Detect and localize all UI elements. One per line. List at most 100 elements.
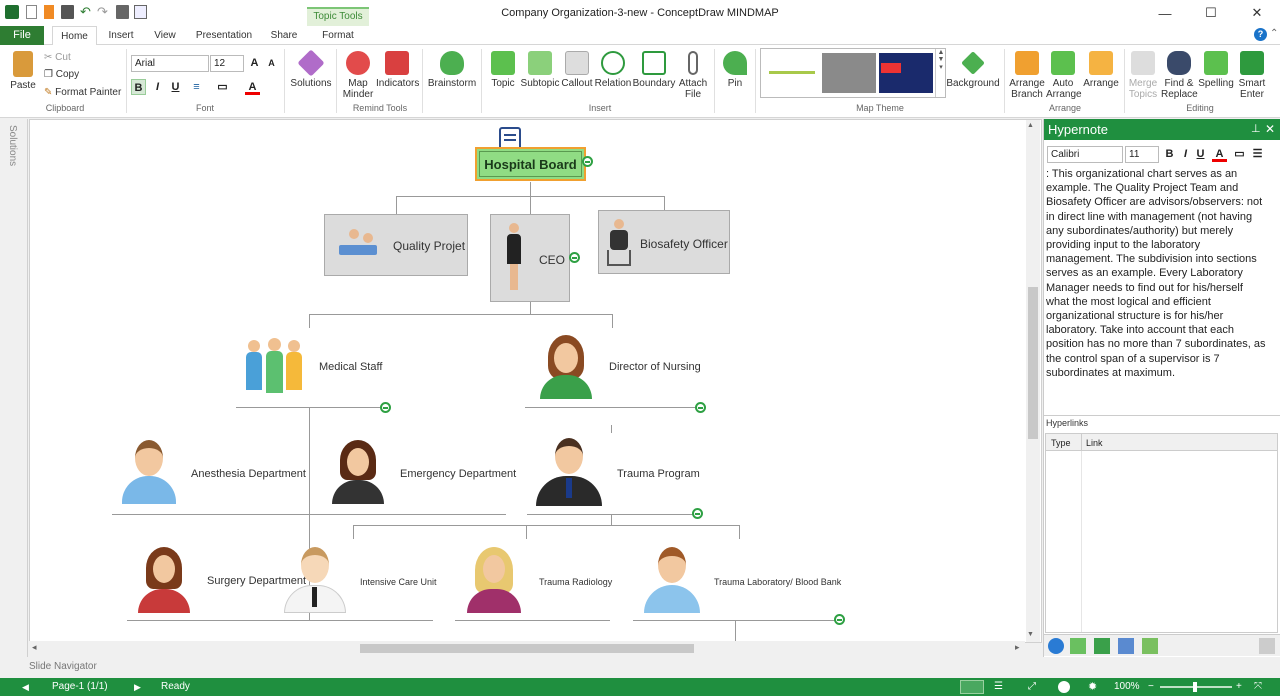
topic-emergency-department[interactable]: Emergency Department [400, 468, 516, 480]
font-size-select[interactable]: 12 [210, 55, 244, 72]
tab-share[interactable]: Share [262, 26, 306, 45]
theme-thumbnail-3[interactable] [879, 53, 933, 93]
theme-thumbnail-1[interactable] [765, 53, 819, 93]
font-color-button[interactable]: A [245, 79, 260, 95]
bold-button[interactable]: B [131, 79, 146, 95]
text-box-icon[interactable]: ▭ [215, 79, 230, 95]
topic-trauma-laboratory[interactable]: Trauma Laboratory/ Blood Bank [714, 577, 841, 587]
scroll-right-icon[interactable]: ▸ [1015, 642, 1020, 653]
cut-button[interactable]: ✂ Cut [44, 51, 71, 65]
close-panel-icon[interactable]: ✕ [1265, 119, 1275, 140]
italic-button[interactable]: I [150, 79, 165, 95]
font-family-select[interactable]: Arial [131, 55, 209, 72]
tab-format[interactable]: Format [310, 26, 366, 45]
indicators-button[interactable]: Indicators [376, 51, 419, 89]
fit-window-icon[interactable]: ⤧ [1254, 678, 1262, 696]
topic-quality-projet[interactable]: Quality Projet [324, 214, 468, 276]
previous-page-icon[interactable]: ◀ [22, 678, 29, 696]
man-avatar-icon[interactable] [644, 547, 700, 613]
woman-avatar-icon[interactable] [465, 547, 523, 613]
format-painter-button[interactable]: ✎ Format Painter [44, 86, 121, 100]
remove-link-icon[interactable] [1259, 638, 1275, 654]
copy-button[interactable]: ❐ Copy [44, 68, 79, 82]
horizontal-scrollbar[interactable]: ◂ ▸ [29, 641, 1025, 655]
topic-ceo[interactable]: CEO [490, 214, 570, 302]
find-replace-button[interactable]: Find & Replace [1161, 51, 1198, 100]
scroll-up-icon[interactable]: ▲ [1027, 122, 1034, 129]
zoom-out-icon[interactable]: − [1148, 678, 1154, 696]
businessman-avatar-icon[interactable] [536, 438, 602, 506]
underline-button[interactable]: U [168, 79, 183, 95]
topic-trauma-program[interactable]: Trauma Program [617, 468, 700, 480]
zoom-slider-thumb[interactable] [1193, 682, 1197, 692]
collapse-ribbon-icon[interactable]: ⌃ [1270, 28, 1278, 39]
collapse-icon[interactable] [380, 402, 391, 413]
zoom-in-icon[interactable]: + [1236, 678, 1242, 696]
print-preview-icon[interactable] [134, 5, 147, 19]
subtopic-button[interactable]: Subtopic [520, 51, 560, 89]
redo-icon[interactable]: ↷ [97, 5, 111, 19]
horizontal-scroll-thumb[interactable] [360, 644, 694, 653]
view-mode-icon[interactable] [960, 680, 984, 694]
tab-file[interactable]: File [0, 26, 44, 45]
pin-panel-icon[interactable]: ⊥ [1251, 119, 1261, 140]
relation-button[interactable]: Relation [594, 51, 632, 89]
pin-button[interactable]: Pin [720, 51, 750, 89]
hypernote-textbox-icon[interactable]: ▭ [1232, 146, 1247, 162]
outline-view-icon[interactable]: ☰ [994, 678, 1003, 696]
scroll-down-icon[interactable]: ▼ [1027, 631, 1034, 638]
topic-biosafety-officer[interactable]: Biosafety Officer [598, 210, 730, 274]
spelling-button[interactable]: Spelling [1197, 51, 1235, 89]
hypernote-list-icon[interactable]: ☰ [1250, 146, 1265, 162]
collapse-icon[interactable] [695, 402, 706, 413]
hypernote-bold-button[interactable]: B [1162, 146, 1177, 162]
hypernote-italic-button[interactable]: I [1178, 146, 1193, 162]
add-file-link-icon[interactable] [1070, 638, 1086, 654]
man-avatar-icon[interactable] [284, 547, 346, 613]
add-web-link-icon[interactable] [1048, 638, 1064, 654]
woman-avatar-icon[interactable] [136, 547, 192, 613]
theme-thumbnail-2[interactable] [822, 53, 876, 93]
hypernote-color-button[interactable]: A [1212, 146, 1227, 162]
arrange-button[interactable]: Arrange [1081, 51, 1121, 89]
collapse-icon[interactable] [569, 252, 580, 263]
new-document-icon[interactable] [26, 5, 37, 19]
topic-hospital-board[interactable]: Hospital Board [475, 147, 586, 181]
undo-icon[interactable]: ↶ [80, 5, 94, 19]
maximize-button[interactable]: ☐ [1188, 0, 1234, 26]
settings-icon[interactable]: ✹ [1088, 678, 1097, 696]
topic-director-of-nursing[interactable]: Director of Nursing [609, 361, 701, 373]
woman-avatar-icon[interactable] [330, 440, 386, 506]
topic-medical-staff[interactable]: Medical Staff [319, 361, 382, 373]
tab-home[interactable]: Home [52, 26, 97, 46]
attach-file-button[interactable]: Attach File [676, 51, 710, 100]
collapse-icon[interactable] [582, 156, 593, 167]
save-icon[interactable] [61, 5, 74, 19]
topic-intensive-care-unit[interactable]: Intensive Care Unit [360, 577, 437, 587]
play-presentation-icon[interactable] [1058, 681, 1070, 693]
paste-button[interactable]: Paste [6, 51, 40, 91]
add-folder-link-icon[interactable] [1094, 638, 1110, 654]
auto-arrange-button[interactable]: Auto Arrange [1046, 51, 1082, 100]
tab-presentation[interactable]: Presentation [190, 26, 258, 45]
fit-page-icon[interactable]: ⤢ [1028, 678, 1036, 696]
collapse-icon[interactable] [692, 508, 703, 519]
callout-button[interactable]: Callout [561, 51, 593, 89]
vertical-scroll-thumb[interactable] [1028, 287, 1038, 439]
brainstorm-button[interactable]: Brainstorm [426, 51, 478, 89]
smart-enter-button[interactable]: Smart Enter [1236, 51, 1268, 100]
topic-trauma-radiology[interactable]: Trauma Radiology [539, 577, 612, 587]
hypernote-size-select[interactable]: 11 [1125, 146, 1159, 163]
hypernote-text[interactable]: : This organizational chart serves as an… [1046, 167, 1266, 380]
tab-view[interactable]: View [145, 26, 185, 45]
print-icon[interactable] [116, 5, 129, 19]
tab-insert[interactable]: Insert [100, 26, 142, 45]
boundary-button[interactable]: Boundary [632, 51, 676, 89]
grow-font-icon[interactable]: A [247, 55, 262, 71]
topic-button[interactable]: Topic [486, 51, 520, 89]
map-minder-button[interactable]: Map Minder [340, 51, 376, 100]
open-icon[interactable] [44, 5, 54, 19]
map-canvas[interactable]: Hospital Board Quality Projet CEO Biosaf… [29, 119, 1042, 643]
topic-anesthesia-department[interactable]: Anesthesia Department [191, 468, 306, 480]
slide-navigator[interactable]: Slide Navigator [0, 657, 1280, 678]
